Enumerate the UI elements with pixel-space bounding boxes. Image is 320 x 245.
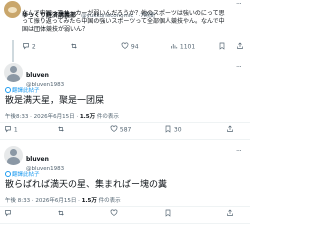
globe-icon: [5, 171, 11, 177]
globe-icon: [5, 87, 11, 93]
author-avatar[interactable]: [4, 1, 21, 18]
like-button[interactable]: 587: [110, 125, 131, 134]
like-button[interactable]: 94: [121, 42, 139, 51]
reply-count: 1: [13, 126, 18, 134]
author-avatar[interactable]: [4, 146, 23, 165]
share-button[interactable]: [236, 42, 244, 51]
like-count: 587: [119, 126, 132, 134]
bookmark-button[interactable]: [218, 42, 226, 51]
avatar-head: [10, 149, 17, 156]
timestamp-text: 午後8:33 · 2026年6月15日 ·: [5, 114, 80, 120]
reply-button[interactable]: 1: [4, 125, 18, 134]
tweet-body-line: なんで中国ってサッカーが弱いんだろうか？他のスポーツは強いのにって思: [22, 10, 225, 17]
reply-body: 散らばれば満天の星、集まればー塊の糞: [5, 180, 168, 190]
retweet-button[interactable]: [57, 125, 65, 134]
divider: [0, 139, 250, 140]
avatar-head: [10, 66, 17, 73]
like-button[interactable]: [110, 209, 118, 218]
timestamp-text: 午後 8:33 · 2026年6月15日 ·: [5, 198, 82, 204]
avatar-body: [7, 157, 20, 165]
tweet-timestamp[interactable]: 午後8:33 · 2026年6月15日 · 1.5万 件の表示: [5, 112, 119, 120]
more-options-icon[interactable]: ···: [236, 147, 242, 155]
tweet-body-line: って振り返ってみたら中国の強いスポーツって全部個人競技やん。なんで中: [22, 18, 225, 25]
share-icon: [227, 209, 233, 216]
retweet-icon: [58, 210, 64, 216]
views-count: 1.5万: [81, 198, 97, 204]
tweet-stats: 1 587 30: [4, 125, 246, 135]
bookmark-button[interactable]: 30: [164, 125, 182, 134]
translate-label: 翻譯此帖子: [12, 172, 40, 178]
bookmark-icon: [165, 209, 171, 217]
tweet-thread: ゆっくり経済講義部 @yukkurieconomic ·7時間 ··· なんで中…: [0, 0, 250, 245]
tweet-body-line: 国は団体競技が弱いん？: [22, 26, 89, 33]
views-count: 1101: [179, 43, 196, 51]
reply-icon: [23, 43, 29, 50]
translate-label: 翻譯此帖子: [12, 88, 40, 94]
more-options-icon[interactable]: ···: [236, 63, 242, 71]
share-icon: [227, 125, 233, 132]
views-chart-icon: [171, 44, 178, 49]
views-count: 1.5万: [79, 114, 96, 120]
retweet-icon: [71, 43, 77, 49]
reply-body: 散是满天星，聚是一团屎: [5, 96, 105, 106]
like-count: 94: [130, 43, 139, 51]
bookmark-count: 30: [173, 126, 182, 134]
thread-connector-line: [12, 40, 14, 62]
views-button[interactable]: 1101: [170, 42, 195, 51]
share-icon: [237, 42, 243, 49]
reply-icon: [5, 210, 11, 217]
bookmark-icon: [165, 125, 171, 133]
share-button[interactable]: [226, 209, 234, 218]
retweet-button[interactable]: [70, 42, 78, 51]
heart-icon: [110, 209, 118, 216]
author-avatar[interactable]: [4, 63, 23, 82]
reply-button[interactable]: [4, 209, 12, 218]
views-label: 件の表示: [96, 198, 121, 204]
tweet-timestamp[interactable]: 午後 8:33 · 2026年6月15日 · 1.5万 件の表示: [5, 196, 121, 204]
translate-link[interactable]: 翻譯此帖子: [5, 86, 40, 94]
translate-link[interactable]: 翻譯此帖子: [5, 170, 40, 178]
retweet-button[interactable]: [57, 209, 65, 218]
bookmark-icon: [219, 42, 225, 50]
divider: [0, 122, 250, 123]
views-label: 件の表示: [95, 114, 119, 120]
share-button[interactable]: [226, 125, 234, 134]
tweet-actions: 2 94 1101: [22, 42, 246, 52]
avatar-body: [7, 74, 20, 82]
tweet-stats: [4, 209, 246, 219]
reply-count: 2: [31, 43, 36, 51]
bookmark-button[interactable]: [164, 209, 172, 218]
tweet-body: なんで中国ってサッカーが弱いんだろうか？他のスポーツは強いのにって思 って振り返…: [22, 10, 247, 34]
retweet-icon: [58, 126, 64, 132]
heart-icon: [121, 42, 129, 49]
reply-icon: [5, 126, 11, 133]
divider: [0, 206, 250, 207]
more-options-icon[interactable]: ···: [236, 0, 242, 8]
divider: [0, 223, 250, 224]
heart-icon: [110, 125, 118, 132]
reply-button[interactable]: 2: [22, 42, 36, 51]
